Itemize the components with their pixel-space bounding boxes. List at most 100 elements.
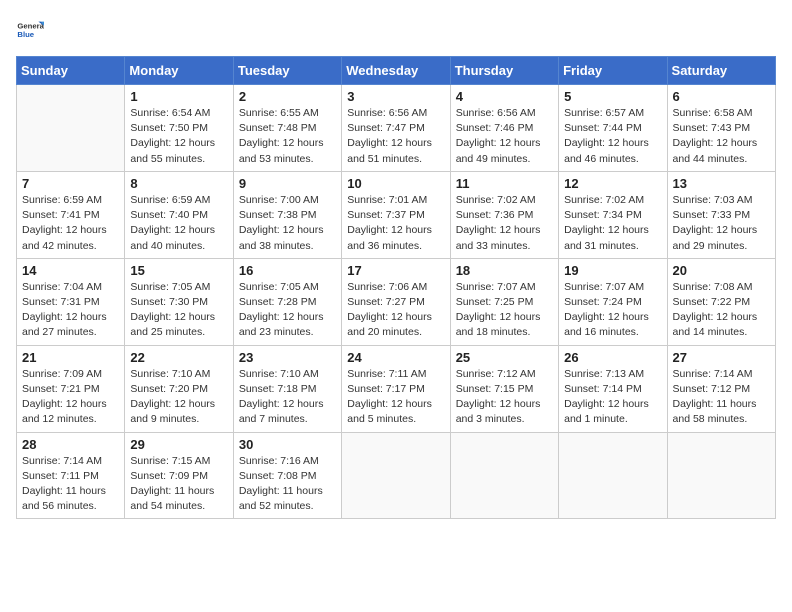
weekday-header-friday: Friday	[559, 57, 667, 85]
day-cell: 27 Sunrise: 7:14 AM Sunset: 7:12 PM Dayli…	[667, 345, 775, 432]
day-number: 15	[130, 263, 227, 278]
day-info: Sunrise: 7:15 AM Sunset: 7:09 PM Dayligh…	[130, 454, 227, 515]
day-cell	[342, 432, 450, 519]
day-number: 24	[347, 350, 444, 365]
day-info: Sunrise: 6:57 AM Sunset: 7:44 PM Dayligh…	[564, 106, 661, 167]
day-number: 8	[130, 176, 227, 191]
day-cell: 15Sunrise: 7:05 AM Sunset: 7:30 PM Dayli…	[125, 258, 233, 345]
day-info: Sunrise: 7:07 AM Sunset: 7:24 PM Dayligh…	[564, 280, 661, 341]
day-info: Sunrise: 7:16 AM Sunset: 7:08 PM Dayligh…	[239, 454, 336, 515]
day-number: 21	[22, 350, 119, 365]
weekday-header-monday: Monday	[125, 57, 233, 85]
day-number: 6	[673, 89, 770, 104]
day-info: Sunrise: 6:56 AM Sunset: 7:47 PM Dayligh…	[347, 106, 444, 167]
day-info: Sunrise: 7:04 AM Sunset: 7:31 PM Dayligh…	[22, 280, 119, 341]
day-number: 20	[673, 263, 770, 278]
week-row-3: 14 Sunrise: 7:04 AM Sunset: 7:31 PM Dayli…	[17, 258, 776, 345]
day-number: 3	[347, 89, 444, 104]
day-cell: 7Sunrise: 6:59 AM Sunset: 7:41 PM Daylig…	[17, 171, 125, 258]
day-cell: 29 Sunrise: 7:15 AM Sunset: 7:09 PM Dayli…	[125, 432, 233, 519]
day-number: 26	[564, 350, 661, 365]
day-info: Sunrise: 7:02 AM Sunset: 7:36 PM Dayligh…	[456, 193, 553, 254]
day-cell: 28Sunrise: 7:14 AM Sunset: 7:11 PM Dayli…	[17, 432, 125, 519]
day-number: 13	[673, 176, 770, 191]
day-info: Sunrise: 7:06 AM Sunset: 7:27 PM Dayligh…	[347, 280, 444, 341]
svg-text:Blue: Blue	[17, 30, 34, 39]
day-cell	[17, 85, 125, 172]
weekday-header-row: SundayMondayTuesdayWednesdayThursdayFrid…	[17, 57, 776, 85]
day-info: Sunrise: 7:00 AM Sunset: 7:38 PM Dayligh…	[239, 193, 336, 254]
day-cell: 25 Sunrise: 7:12 AM Sunset: 7:15 PM Dayli…	[450, 345, 558, 432]
day-number: 17	[347, 263, 444, 278]
day-cell: 4Sunrise: 6:56 AM Sunset: 7:46 PM Daylig…	[450, 85, 558, 172]
day-cell: 5 Sunrise: 6:57 AM Sunset: 7:44 PM Daylig…	[559, 85, 667, 172]
day-number: 9	[239, 176, 336, 191]
day-cell: 11Sunrise: 7:02 AM Sunset: 7:36 PM Dayli…	[450, 171, 558, 258]
day-cell: 26 Sunrise: 7:13 AM Sunset: 7:14 PM Dayli…	[559, 345, 667, 432]
day-cell: 16 Sunrise: 7:05 AM Sunset: 7:28 PM Dayli…	[233, 258, 341, 345]
day-cell: 21 Sunrise: 7:09 AM Sunset: 7:21 PM Dayli…	[17, 345, 125, 432]
day-number: 5	[564, 89, 661, 104]
day-number: 19	[564, 263, 661, 278]
day-number: 1	[130, 89, 227, 104]
day-info: Sunrise: 7:09 AM Sunset: 7:21 PM Dayligh…	[22, 367, 119, 428]
day-number: 25	[456, 350, 553, 365]
weekday-header-wednesday: Wednesday	[342, 57, 450, 85]
day-info: Sunrise: 6:58 AM Sunset: 7:43 PM Dayligh…	[673, 106, 770, 167]
day-info: Sunrise: 7:11 AM Sunset: 7:17 PM Dayligh…	[347, 367, 444, 428]
day-cell: 20 Sunrise: 7:08 AM Sunset: 7:22 PM Dayli…	[667, 258, 775, 345]
day-info: Sunrise: 7:12 AM Sunset: 7:15 PM Dayligh…	[456, 367, 553, 428]
day-number: 7	[22, 176, 119, 191]
day-cell: 18Sunrise: 7:07 AM Sunset: 7:25 PM Dayli…	[450, 258, 558, 345]
day-info: Sunrise: 7:05 AM Sunset: 7:28 PM Dayligh…	[239, 280, 336, 341]
calendar: SundayMondayTuesdayWednesdayThursdayFrid…	[16, 56, 776, 519]
svg-text:General: General	[17, 22, 44, 31]
day-info: Sunrise: 6:59 AM Sunset: 7:40 PM Dayligh…	[130, 193, 227, 254]
day-cell: 9 Sunrise: 7:00 AM Sunset: 7:38 PM Daylig…	[233, 171, 341, 258]
day-info: Sunrise: 7:07 AM Sunset: 7:25 PM Dayligh…	[456, 280, 553, 341]
weekday-header-thursday: Thursday	[450, 57, 558, 85]
day-cell	[667, 432, 775, 519]
day-info: Sunrise: 7:08 AM Sunset: 7:22 PM Dayligh…	[673, 280, 770, 341]
day-cell: 19 Sunrise: 7:07 AM Sunset: 7:24 PM Dayli…	[559, 258, 667, 345]
day-number: 16	[239, 263, 336, 278]
day-info: Sunrise: 7:14 AM Sunset: 7:11 PM Dayligh…	[22, 454, 119, 515]
day-info: Sunrise: 7:02 AM Sunset: 7:34 PM Dayligh…	[564, 193, 661, 254]
day-number: 22	[130, 350, 227, 365]
day-cell: 8 Sunrise: 6:59 AM Sunset: 7:40 PM Daylig…	[125, 171, 233, 258]
logo: General Blue	[16, 16, 46, 44]
day-info: Sunrise: 6:56 AM Sunset: 7:46 PM Dayligh…	[456, 106, 553, 167]
day-cell: 13Sunrise: 7:03 AM Sunset: 7:33 PM Dayli…	[667, 171, 775, 258]
day-info: Sunrise: 7:13 AM Sunset: 7:14 PM Dayligh…	[564, 367, 661, 428]
logo-icon: General Blue	[16, 16, 44, 44]
day-info: Sunrise: 6:54 AM Sunset: 7:50 PM Dayligh…	[130, 106, 227, 167]
day-number: 14	[22, 263, 119, 278]
day-cell: 6 Sunrise: 6:58 AM Sunset: 7:43 PM Daylig…	[667, 85, 775, 172]
week-row-1: 1 Sunrise: 6:54 AM Sunset: 7:50 PM Daylig…	[17, 85, 776, 172]
day-cell: 2 Sunrise: 6:55 AM Sunset: 7:48 PM Daylig…	[233, 85, 341, 172]
day-cell: 10Sunrise: 7:01 AM Sunset: 7:37 PM Dayli…	[342, 171, 450, 258]
day-number: 10	[347, 176, 444, 191]
week-row-4: 21 Sunrise: 7:09 AM Sunset: 7:21 PM Dayli…	[17, 345, 776, 432]
week-row-2: 7Sunrise: 6:59 AM Sunset: 7:41 PM Daylig…	[17, 171, 776, 258]
day-cell: 30 Sunrise: 7:16 AM Sunset: 7:08 PM Dayli…	[233, 432, 341, 519]
day-cell: 3 Sunrise: 6:56 AM Sunset: 7:47 PM Daylig…	[342, 85, 450, 172]
day-number: 2	[239, 89, 336, 104]
day-info: Sunrise: 6:55 AM Sunset: 7:48 PM Dayligh…	[239, 106, 336, 167]
day-info: Sunrise: 7:14 AM Sunset: 7:12 PM Dayligh…	[673, 367, 770, 428]
day-info: Sunrise: 7:10 AM Sunset: 7:18 PM Dayligh…	[239, 367, 336, 428]
weekday-header-tuesday: Tuesday	[233, 57, 341, 85]
day-cell	[450, 432, 558, 519]
day-number: 27	[673, 350, 770, 365]
day-number: 23	[239, 350, 336, 365]
day-number: 30	[239, 437, 336, 452]
day-info: Sunrise: 7:10 AM Sunset: 7:20 PM Dayligh…	[130, 367, 227, 428]
day-cell: 17 Sunrise: 7:06 AM Sunset: 7:27 PM Dayli…	[342, 258, 450, 345]
day-cell: 24 Sunrise: 7:11 AM Sunset: 7:17 PM Dayli…	[342, 345, 450, 432]
day-number: 29	[130, 437, 227, 452]
day-number: 12	[564, 176, 661, 191]
day-cell: 22 Sunrise: 7:10 AM Sunset: 7:20 PM Dayli…	[125, 345, 233, 432]
week-row-5: 28Sunrise: 7:14 AM Sunset: 7:11 PM Dayli…	[17, 432, 776, 519]
weekday-header-saturday: Saturday	[667, 57, 775, 85]
day-cell: 12 Sunrise: 7:02 AM Sunset: 7:34 PM Dayli…	[559, 171, 667, 258]
